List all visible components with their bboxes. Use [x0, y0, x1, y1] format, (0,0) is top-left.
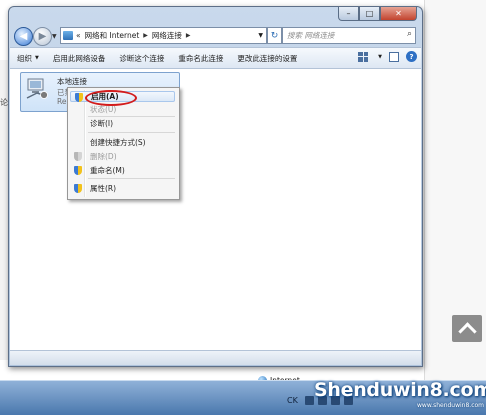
search-placeholder: 搜索 网络连接 — [287, 31, 335, 40]
rename-connection-button[interactable]: 重命名此连接 — [171, 53, 230, 64]
menu-label-delete: 删除(D) — [90, 152, 117, 161]
menu-item-rename[interactable]: 重命名(M) — [70, 165, 175, 176]
status-bar — [10, 350, 421, 365]
menu-label-rename: 重命名(M) — [90, 166, 125, 175]
view-dropdown-icon[interactable]: ▼ — [378, 54, 382, 60]
breadcrumb-separator-icon[interactable]: ▶ — [186, 32, 191, 39]
arrow-right-icon: ▶ — [38, 31, 47, 42]
ime-indicator[interactable]: CK — [287, 396, 298, 405]
forward-button[interactable]: ▶ — [33, 27, 52, 46]
watermark-logo: Shenduwin8.com — [314, 379, 486, 401]
address-overflow[interactable]: « — [76, 31, 81, 40]
background-divider — [424, 0, 425, 380]
close-button[interactable]: ✕ — [380, 7, 417, 21]
menu-separator — [88, 178, 175, 179]
refresh-button[interactable]: ↻ — [267, 27, 282, 44]
chevron-up-icon — [457, 322, 477, 341]
menu-item-status[interactable]: 状态(U) — [70, 104, 175, 115]
breadcrumb-network-internet[interactable]: 网络和 Internet — [85, 30, 140, 41]
menu-label-diagnose: 诊断(I) — [90, 119, 114, 128]
arrow-left-icon: ◀ — [19, 31, 28, 42]
watermark-url: www.shenduwin8.com — [417, 402, 485, 409]
breadcrumb-network-connections[interactable]: 网络连接 — [152, 30, 182, 41]
back-button[interactable]: ◀ — [14, 27, 33, 46]
address-bar[interactable]: « 网络和 Internet ▶ 网络连接 ▶ ▼ — [60, 27, 267, 44]
organize-label: 组织 — [17, 53, 32, 63]
network-adapter-icon — [26, 78, 48, 99]
menu-label-properties: 属性(R) — [90, 184, 117, 193]
background-text: 论 — [0, 98, 8, 107]
help-icon[interactable]: ? — [406, 51, 417, 62]
refresh-icon: ↻ — [270, 30, 279, 41]
connection-name: 本地连接 — [57, 77, 87, 86]
tray-app-icon[interactable] — [305, 396, 314, 405]
menu-separator — [88, 116, 175, 117]
menu-item-diagnose[interactable]: 诊断(I) — [70, 118, 175, 129]
diagnose-connection-button[interactable]: 诊断这个连接 — [112, 53, 171, 64]
minimize-button[interactable]: – — [338, 7, 359, 21]
highlight-annotation — [85, 90, 137, 106]
search-icon[interactable]: ⌕ — [407, 29, 412, 39]
network-folder-icon — [63, 31, 73, 40]
maximize-button[interactable]: □ — [359, 7, 380, 21]
chevron-down-icon: ▼ — [35, 55, 39, 61]
scroll-to-top-button[interactable] — [452, 315, 482, 342]
uac-shield-icon — [74, 166, 82, 175]
uac-shield-icon — [75, 93, 83, 102]
menu-item-create-shortcut[interactable]: 创建快捷方式(S) — [70, 137, 175, 148]
toolbar-right-group: ▼ ? — [358, 51, 417, 62]
connection-adapter: Re — [57, 97, 67, 106]
enable-device-button[interactable]: 启用此网络设备 — [46, 53, 113, 64]
command-bar: 组织 ▼ 启用此网络设备 诊断这个连接 重命名此连接 更改此连接的设置 ▼ ? — [10, 47, 421, 69]
menu-separator — [88, 132, 175, 133]
menu-label-create-shortcut: 创建快捷方式(S) — [90, 138, 146, 147]
menu-item-properties[interactable]: 属性(R) — [70, 183, 175, 194]
menu-item-delete[interactable]: 删除(D) — [70, 151, 175, 162]
breadcrumb-separator-icon[interactable]: ▶ — [143, 32, 148, 39]
change-settings-button[interactable]: 更改此连接的设置 — [230, 53, 304, 64]
address-dropdown-icon[interactable]: ▼ — [258, 32, 263, 39]
recent-pages-dropdown[interactable]: ▼ — [52, 33, 57, 40]
search-input[interactable]: 搜索 网络连接 ⌕ — [282, 27, 416, 44]
preview-pane-icon[interactable] — [389, 51, 399, 62]
uac-shield-icon — [74, 184, 82, 193]
organize-button[interactable]: 组织 ▼ — [10, 53, 46, 64]
view-options-icon[interactable] — [358, 51, 369, 62]
caption-buttons: – □ ✕ — [338, 7, 417, 21]
uac-shield-icon — [74, 152, 82, 161]
